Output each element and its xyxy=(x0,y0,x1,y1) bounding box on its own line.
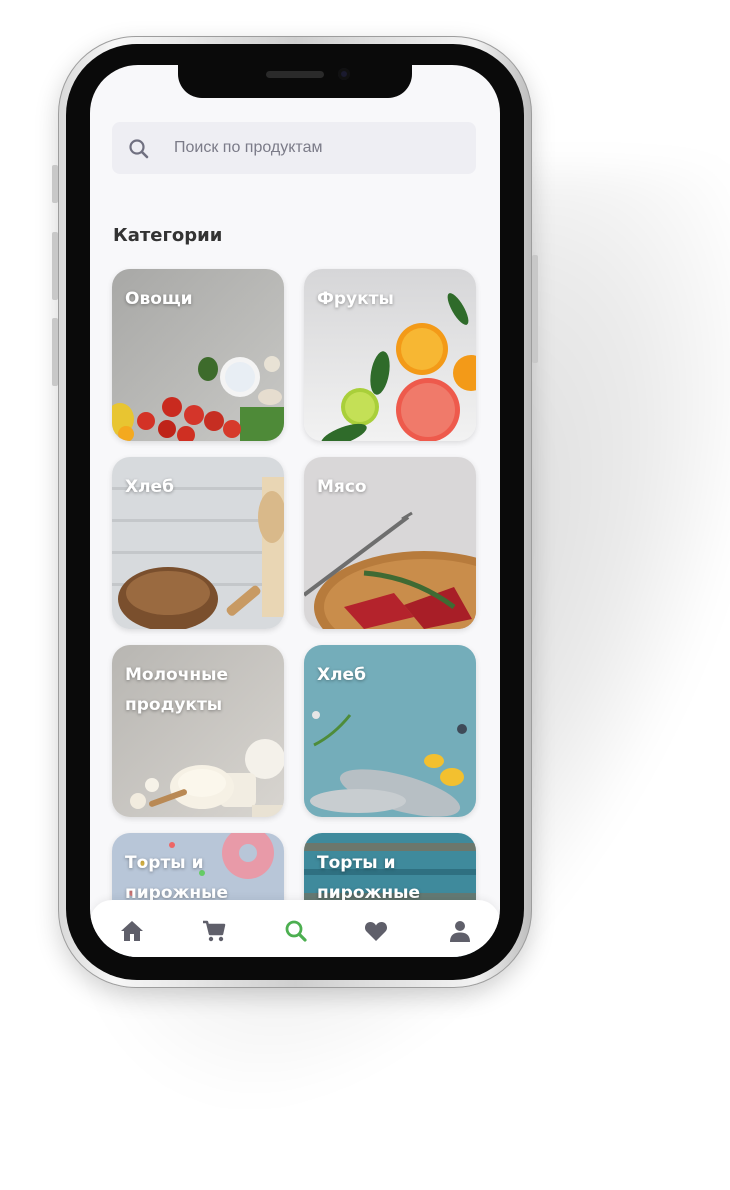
heart-icon xyxy=(364,922,388,941)
tab-home[interactable] xyxy=(112,914,152,948)
categories-title: Категории xyxy=(113,225,223,246)
speaker xyxy=(266,71,324,78)
category-label: Хлеб xyxy=(317,665,366,685)
category-label: Фрукты xyxy=(317,289,394,309)
search-icon xyxy=(285,920,307,942)
side-button-left-2 xyxy=(52,232,58,300)
category-label: Овощи xyxy=(125,289,193,309)
search-input[interactable] xyxy=(172,138,466,158)
category-label: Молочные продукты xyxy=(125,665,229,715)
category-card-bread[interactable]: Хлеб xyxy=(112,457,284,629)
category-label: Торты и пирожные xyxy=(125,853,229,903)
side-button-right xyxy=(532,255,538,363)
app-screen: Категории xyxy=(90,65,500,957)
category-label: Мясо xyxy=(317,477,367,497)
bottom-tab-bar xyxy=(90,900,500,957)
category-card-dairy[interactable]: Молочные продукты xyxy=(112,645,284,817)
tab-favorites[interactable] xyxy=(356,914,396,948)
side-button-left-1 xyxy=(52,165,58,203)
search-bar[interactable] xyxy=(112,122,476,174)
category-label: Хлеб xyxy=(125,477,174,497)
tab-profile[interactable] xyxy=(440,914,480,948)
front-camera xyxy=(338,68,350,80)
category-card-meat[interactable]: Мясо xyxy=(304,457,476,629)
category-card-vegetables[interactable]: Овощи xyxy=(112,269,284,441)
category-card-bread-2[interactable]: Хлеб xyxy=(304,645,476,817)
side-button-left-3 xyxy=(52,318,58,386)
tab-cart[interactable] xyxy=(194,914,234,948)
user-icon xyxy=(450,921,470,942)
category-card-fruits[interactable]: Фрукты xyxy=(304,269,476,441)
home-icon xyxy=(121,921,143,941)
tab-search[interactable] xyxy=(276,914,316,948)
cart-icon xyxy=(203,920,226,942)
category-label: Торты и пирожные xyxy=(317,853,421,903)
notch xyxy=(178,65,412,98)
search-icon xyxy=(122,122,166,174)
